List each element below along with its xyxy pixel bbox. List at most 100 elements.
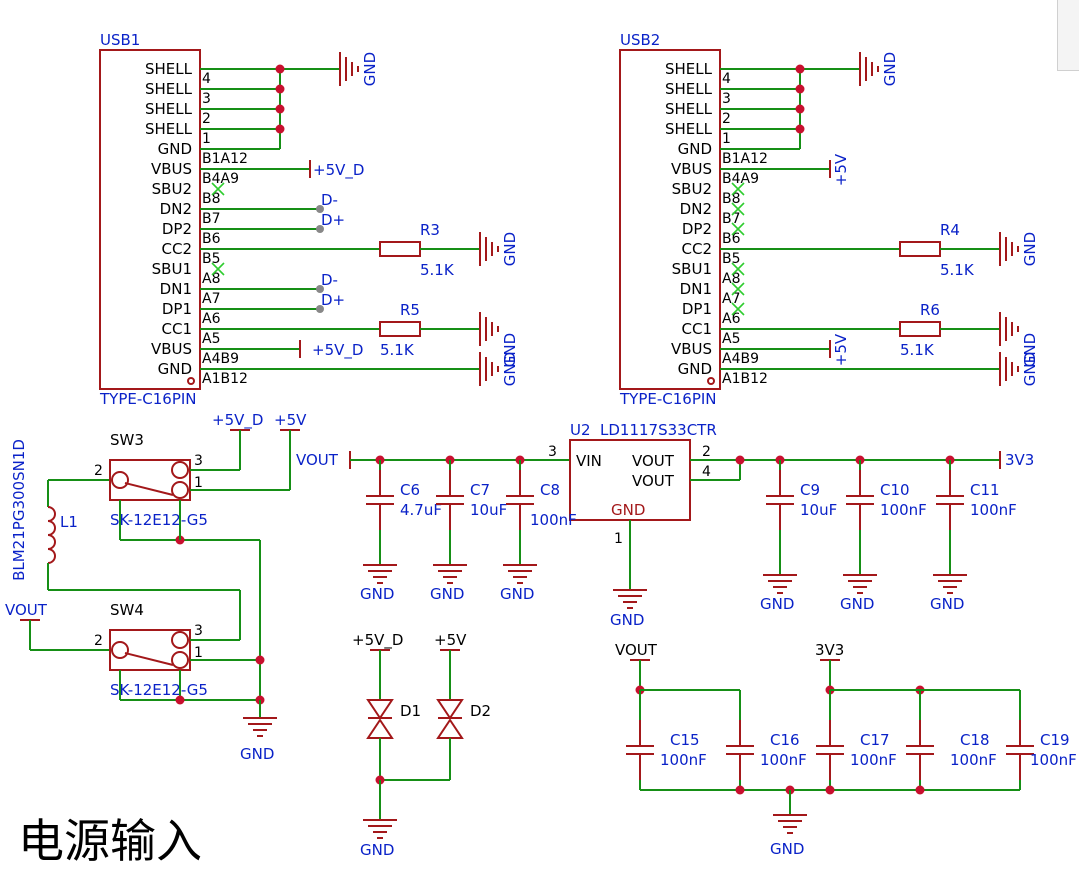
- usb1-pin-name: CC2: [162, 240, 193, 258]
- sw4-pin2: 2: [94, 633, 103, 649]
- usb1-pin-number: B8: [202, 191, 221, 207]
- decoup-3v3-net: 3V3: [815, 641, 844, 659]
- usb1-pin-name: SHELL: [145, 80, 193, 98]
- usb2-pin-name: DN2: [680, 200, 712, 218]
- sw3-value: SK-12E12-G5: [110, 511, 208, 529]
- usb2-pin-number: A5: [722, 331, 740, 347]
- usb1-pin-name: DP2: [162, 220, 192, 238]
- usb2-vbus-bottom-net: +5V: [832, 333, 850, 366]
- u2-value: LD1117S33CTR: [600, 421, 717, 439]
- c15-value: 100nF: [660, 751, 707, 769]
- usb2-cc2-gnd: GND: [1021, 232, 1039, 266]
- usb1-value: TYPE-C16PIN: [99, 390, 197, 408]
- usb1-pin-name: CC1: [162, 320, 193, 338]
- usb2-pin-number: A1B12: [722, 371, 768, 387]
- net-5v-top: +5V: [274, 411, 307, 429]
- l1-ref: L1: [60, 513, 78, 531]
- net-3v3-out: 3V3: [1005, 451, 1034, 469]
- usb2-pin-number: A8: [722, 271, 740, 287]
- r5-value: 5.1K: [380, 341, 415, 359]
- usb1-pin-name: VBUS: [151, 160, 192, 178]
- sw3-pin3: 3: [194, 453, 203, 469]
- usb1-shell-gnd: GND: [361, 52, 379, 86]
- usb2-pin-number: 3: [722, 91, 731, 107]
- usb2-pin-name: SBU2: [672, 180, 712, 198]
- usb1-ref: USB1: [100, 31, 140, 49]
- usb1-pin-name: GND: [158, 140, 192, 158]
- c19-value: 100nF: [1030, 751, 1077, 769]
- c18-value: 100nF: [950, 751, 997, 769]
- c17-value: 100nF: [850, 751, 897, 769]
- usb1-pin-name: GND: [158, 360, 192, 378]
- usb2-pin-number: A6: [722, 311, 741, 327]
- usb2-pin-name: SHELL: [665, 120, 713, 138]
- usb2-pin-number: B5: [722, 251, 741, 267]
- c19-ref: C19: [1040, 731, 1070, 749]
- u2-gnd-net: GND: [610, 611, 644, 629]
- net-5vd-top: +5V_D: [212, 411, 263, 430]
- net-vout-ldo: VOUT: [296, 451, 339, 469]
- c15-ref: C15: [670, 731, 700, 749]
- u2-pin-gnd-num: 1: [614, 531, 623, 547]
- usb2-pin-names: SHELL SHELL SHELL SHELL GND VBUS SBU2 DN2 DP2 CC2…: [665, 60, 713, 378]
- c6-value: 4.7uF: [400, 501, 442, 519]
- u2-pin-vout1-num: 2: [702, 444, 711, 460]
- sw3-pin2: 2: [94, 463, 103, 479]
- sw3-ref: SW3: [110, 431, 144, 449]
- usb2-pin-number: B1A12: [722, 151, 768, 167]
- diode-gnd-net: GND: [360, 841, 394, 858]
- usb2-pin-name: VBUS: [671, 160, 712, 178]
- u2-ref: U2: [570, 421, 591, 439]
- usb1-pin-number: A7: [202, 291, 220, 307]
- c9-value: 10uF: [800, 501, 837, 519]
- usb1-pin-number: A5: [202, 331, 220, 347]
- c11-value: 100nF: [970, 501, 1017, 519]
- usb2-pin-number: B6: [722, 231, 741, 247]
- decoup-gnd-net: GND: [770, 840, 804, 858]
- schematic-canvas: USB1 TYPE-C16PIN SHELL SHELL SHELL SHELL GND…: [5, 31, 1077, 858]
- power-select-section: BLM21PG300SN1D L1 +5V_D +5V SW3 2 3 1 SK…: [5, 411, 307, 763]
- usb2-pin-name: CC1: [682, 320, 713, 338]
- usb2-vbus-top-net: +5V: [832, 153, 850, 186]
- usb1-connector: USB1 TYPE-C16PIN SHELL SHELL SHELL SHELL GND…: [99, 31, 519, 408]
- c8-ref: C8: [540, 481, 560, 499]
- ldo-section: VOUT 3 U2 LD1117S33CTR VIN VOUT VOUT GND…: [296, 421, 1034, 629]
- c7-ref: C7: [470, 481, 490, 499]
- d1-net: +5V_D: [352, 631, 403, 650]
- side-panel-edge[interactable]: [1057, 0, 1079, 71]
- c16-value: 100nF: [760, 751, 807, 769]
- usb2-pin-numbers: 4 3 2 1 B1A12 B4A9 B8 B7 B6 B5 A8 A7 A6 A5 A4B9 A1B12: [722, 71, 768, 387]
- usb1-pin-number: 3: [202, 91, 211, 107]
- usb1-pin-name: SHELL: [145, 120, 193, 138]
- sw4-pin3: 3: [194, 623, 203, 639]
- sw4-ref: SW4: [110, 601, 144, 619]
- c17-ref: C17: [860, 731, 890, 749]
- usb1-dp2-net: D+: [321, 211, 345, 229]
- usb2-pin-number: B4A9: [722, 171, 759, 187]
- usb1-pin-name: DP1: [162, 300, 192, 318]
- c9-ref: C9: [800, 481, 820, 499]
- r3-value: 5.1K: [420, 261, 455, 279]
- c16-ref: C16: [770, 731, 800, 749]
- l1-value: BLM21PG300SN1D: [10, 439, 28, 581]
- d2-net: +5V: [434, 631, 467, 649]
- c18-ref: C18: [960, 731, 990, 749]
- usb2-pin-number: 2: [722, 111, 731, 127]
- usb1-pin-names: SHELL SHELL SHELL SHELL GND VBUS SBU2 DN2 DP2 CC2…: [145, 60, 193, 378]
- usb1-pin-number: A1B12: [202, 371, 248, 387]
- u2-pin-vout1: VOUT: [632, 452, 675, 470]
- sw4-pin1: 1: [194, 645, 203, 661]
- usb1-pin-name: SBU1: [152, 260, 192, 278]
- usb1-dn1-net: D-: [321, 271, 338, 289]
- c10-ref: C10: [880, 481, 910, 499]
- usb1-pin-number: B5: [202, 251, 221, 267]
- d2-ref: D2: [470, 702, 491, 720]
- usb1-pin-name: SHELL: [145, 100, 193, 118]
- usb2-pin-number: A7: [722, 291, 740, 307]
- usb2-pin-name: SHELL: [665, 100, 713, 118]
- usb2-pin-name: CC2: [682, 240, 713, 258]
- c10-value: 100nF: [880, 501, 927, 519]
- u2-pin-vin-num: 3: [548, 444, 557, 460]
- section-title: 电源输入: [18, 814, 202, 868]
- u2-pin-vout2-num: 4: [702, 464, 711, 480]
